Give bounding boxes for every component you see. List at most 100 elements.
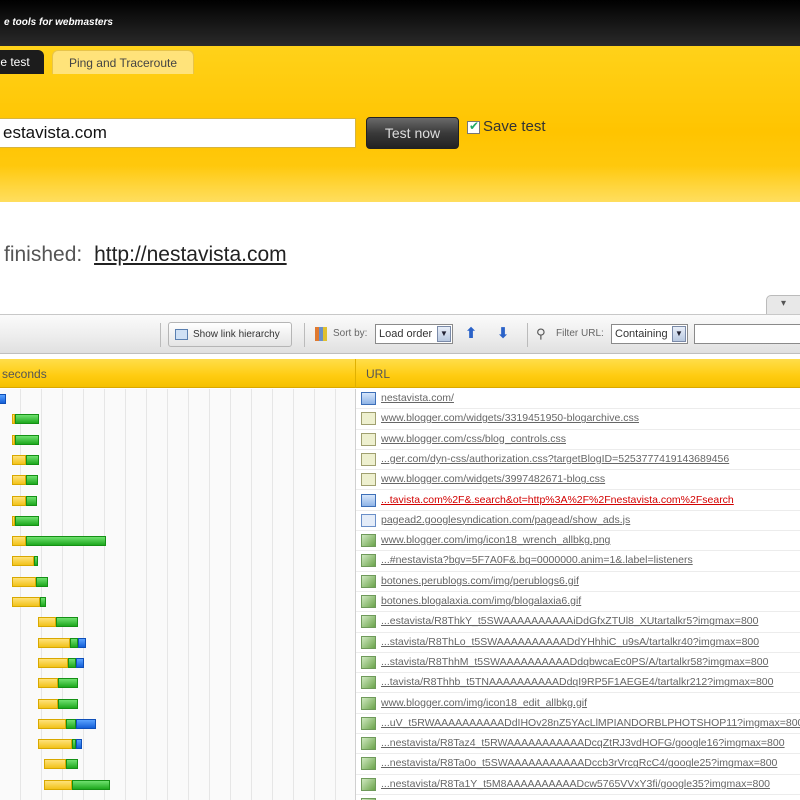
timing-bar-wait[interactable]: [44, 779, 72, 790]
timing-bar-connect[interactable]: [76, 657, 84, 668]
request-url-link[interactable]: ...stavista/R8ThhM_t5SWAAAAAAAAAADdqbwca…: [381, 656, 768, 668]
css-file-icon: [361, 473, 376, 487]
request-url-link[interactable]: ...#nestavista?bgv=5F7A0F&.bg=0000000.an…: [381, 554, 693, 566]
timing-bar-wait[interactable]: [44, 759, 66, 770]
timing-bar-connect[interactable]: [76, 718, 96, 729]
url-input[interactable]: [0, 118, 356, 148]
request-row[interactable]: ...estavista/R8ThkY_t5SWAAAAAAAAAAiDdGfx…: [0, 612, 800, 633]
timing-bar-download[interactable]: [56, 617, 78, 628]
show-link-hierarchy-button[interactable]: Show link hierarchy: [168, 322, 292, 347]
timing-bar-download[interactable]: [15, 414, 39, 425]
request-url-link[interactable]: pagead2.googlesyndication.com/pagead/sho…: [381, 514, 630, 526]
timing-bar-wait[interactable]: [38, 678, 58, 689]
test-now-button[interactable]: Test now: [366, 117, 459, 149]
request-row[interactable]: ...uV_t5RWAAAAAAAAAADdIHOv28nZ5YAcLlMPIA…: [0, 714, 800, 735]
timing-bar-download[interactable]: [15, 434, 39, 445]
request-row[interactable]: nestavista.com/: [0, 389, 800, 410]
request-url-link[interactable]: www.blogger.com/widgets/3319451950-bloga…: [381, 412, 639, 424]
column-header-url[interactable]: URL: [366, 367, 390, 381]
request-row[interactable]: ...stavista/R8ThLo_t5SWAAAAAAAAAADdYHhhi…: [0, 633, 800, 653]
request-url-link[interactable]: ...tavista/R8Thhb_t5TNAAAAAAAAAADdqI9RP5…: [381, 676, 773, 688]
timing-bar-wait[interactable]: [12, 475, 26, 486]
timing-bar-wait[interactable]: [12, 597, 40, 607]
timing-bar-wait[interactable]: [38, 637, 70, 648]
request-url-link[interactable]: ...estavista/R8ThkY_t5SWAAAAAAAAAAiDdGfx…: [381, 615, 758, 627]
request-url-link[interactable]: ...nestavista/R8Ta0o_t5SWAAAAAAAAAAADccb…: [381, 757, 777, 769]
timing-bar-wait[interactable]: [38, 698, 58, 709]
request-url-link[interactable]: nestavista.com/: [381, 392, 454, 404]
timing-bar-download[interactable]: [15, 515, 39, 526]
timing-bar-download[interactable]: [26, 454, 39, 465]
filter-mode-select[interactable]: Containing ▼: [611, 324, 688, 344]
request-row[interactable]: pagead2.googlesyndication.com/pagead/sho…: [0, 511, 800, 532]
timing-bar-connect[interactable]: [76, 739, 82, 750]
timing-bar-wait[interactable]: [38, 739, 72, 750]
request-row[interactable]: www.blogger.com/img/icon18_wrench_allbkg…: [0, 531, 800, 552]
timing-bar-connect[interactable]: [0, 394, 6, 404]
timing-bar-download[interactable]: [26, 475, 38, 486]
request-row[interactable]: botones.blogalaxia.com/img/blogalaxia6.g…: [0, 592, 800, 613]
request-row[interactable]: ...nestavista/R8Taz4_t5RWAAAAAAAAAAADcqZ…: [0, 734, 800, 755]
request-row[interactable]: ...tavista/R8Thhb_t5TNAAAAAAAAAADdqI9RP5…: [0, 673, 800, 694]
request-row[interactable]: [0, 795, 800, 800]
column-header-timeline[interactable]: seconds: [2, 367, 47, 381]
request-row[interactable]: www.blogger.com/widgets/3319451950-bloga…: [0, 409, 800, 430]
tab-ping-traceroute[interactable]: Ping and Traceroute: [52, 50, 194, 74]
request-url-link[interactable]: www.blogger.com/img/icon18_wrench_allbkg…: [381, 534, 610, 546]
request-url-link[interactable]: ...nestavista/R8Taz4_t5RWAAAAAAAAAAADcqZ…: [381, 737, 785, 749]
timing-bar-download[interactable]: [58, 678, 78, 689]
html-file-icon: [361, 493, 376, 507]
request-row[interactable]: ...nestavista/R8Ta0o_t5SWAAAAAAAAAAADccb…: [0, 754, 800, 775]
chevron-down-icon: ▼: [437, 326, 451, 342]
timing-bar-download[interactable]: [70, 637, 78, 648]
sort-descending-button[interactable]: ⬇: [492, 323, 514, 345]
timing-bar-download[interactable]: [26, 536, 106, 547]
tested-url-link[interactable]: http://nestavista.com: [94, 243, 287, 266]
request-row[interactable]: ...ger.com/dyn-css/authorization.css?tar…: [0, 450, 800, 471]
timing-bar-download[interactable]: [68, 657, 76, 668]
toolbar-separator: [160, 323, 161, 347]
timing-bar-wait[interactable]: [12, 536, 26, 547]
timing-bar-wait[interactable]: [12, 495, 26, 506]
sort-select[interactable]: Load order ▼: [375, 324, 453, 344]
timing-bar-download[interactable]: [40, 597, 46, 607]
request-row[interactable]: botones.perublogs.com/img/perublogs6.gif: [0, 572, 800, 592]
request-row[interactable]: www.blogger.com/img/icon18_edit_allbkg.g…: [0, 694, 800, 714]
request-url-link[interactable]: ...nestavista/R8Ta1Y_t5M8AAAAAAAAAADcw57…: [381, 778, 770, 790]
timing-bar-wait[interactable]: [12, 556, 34, 567]
timing-bar-download[interactable]: [66, 718, 76, 729]
request-row[interactable]: www.blogger.com/widgets/3997482671-blog.…: [0, 470, 800, 491]
filter-url-input[interactable]: [694, 324, 800, 344]
request-row[interactable]: ...#nestavista?bgv=5F7A0F&.bg=0000000.an…: [0, 551, 800, 572]
timing-bar-download[interactable]: [34, 556, 38, 567]
request-row[interactable]: ...nestavista/R8Ta1Y_t5M8AAAAAAAAAADcw57…: [0, 775, 800, 795]
request-url-link[interactable]: www.blogger.com/widgets/3997482671-blog.…: [381, 473, 605, 485]
timing-bar-wait[interactable]: [38, 657, 68, 668]
timing-bar-wait[interactable]: [12, 454, 26, 465]
timing-bar-download[interactable]: [26, 495, 37, 506]
request-url-link[interactable]: ...tavista.com%2F&.search&ot=http%3A%2F%…: [381, 494, 734, 506]
timing-bar-download[interactable]: [36, 576, 48, 587]
request-url-link[interactable]: ...ger.com/dyn-css/authorization.css?tar…: [381, 453, 729, 465]
timing-bar-download[interactable]: [66, 759, 78, 770]
request-url-link[interactable]: botones.blogalaxia.com/img/blogalaxia6.g…: [381, 595, 581, 607]
column-header-row: seconds URL: [0, 359, 800, 388]
request-url-link[interactable]: www.blogger.com/img/icon18_edit_allbkg.g…: [381, 697, 587, 709]
request-row[interactable]: www.blogger.com/css/blog_controls.css: [0, 430, 800, 450]
request-url-link[interactable]: botones.perublogs.com/img/perublogs6.gif: [381, 575, 579, 587]
timing-bar-download[interactable]: [58, 698, 78, 709]
timing-bar-wait[interactable]: [38, 718, 66, 729]
timing-bar-download[interactable]: [72, 779, 110, 790]
request-url-link[interactable]: ...stavista/R8ThLo_t5SWAAAAAAAAAADdYHhhi…: [381, 636, 759, 648]
request-row[interactable]: ...tavista.com%2F&.search&ot=http%3A%2F%…: [0, 491, 800, 511]
panel-collapse-tab[interactable]: ▾: [766, 295, 800, 315]
tab-speed-test[interactable]: e test: [0, 50, 44, 74]
request-url-link[interactable]: www.blogger.com/css/blog_controls.css: [381, 433, 566, 445]
timing-bar-wait[interactable]: [12, 576, 36, 587]
timing-bar-wait[interactable]: [38, 617, 56, 628]
request-url-link[interactable]: ...uV_t5RWAAAAAAAAAADdIHOv28nZ5YAcLlMPIA…: [381, 717, 800, 729]
request-row[interactable]: ...stavista/R8ThhM_t5SWAAAAAAAAAADdqbwca…: [0, 653, 800, 674]
sort-ascending-button[interactable]: ⬆: [460, 323, 482, 345]
timing-bar-connect[interactable]: [78, 637, 86, 648]
save-test-checkbox[interactable]: ✔: [467, 119, 480, 134]
